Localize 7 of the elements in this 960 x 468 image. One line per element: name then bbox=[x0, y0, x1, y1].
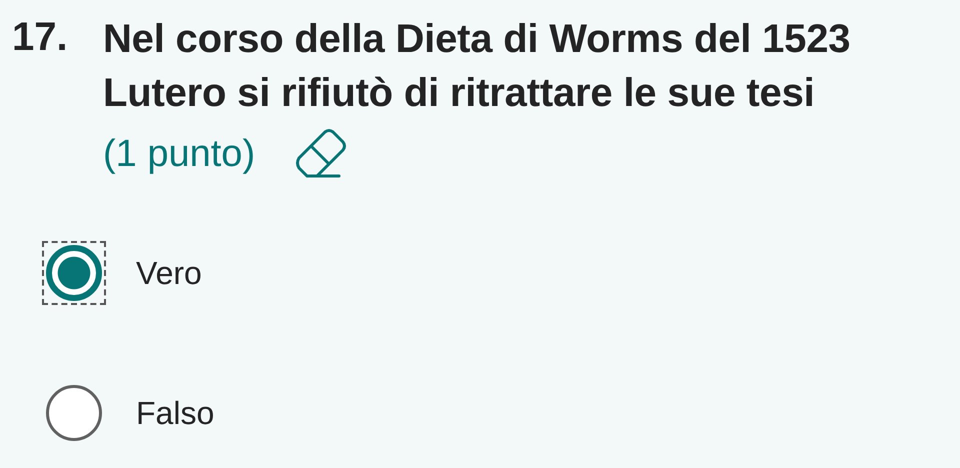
points-label: (1 punto) bbox=[103, 132, 256, 177]
question-number: 17. bbox=[12, 14, 69, 61]
question-text: Nel corso della Dieta di Worms del 1523 bbox=[103, 16, 852, 63]
question-text: Lutero si rifiutò di ritrattare le sue tesi bbox=[103, 70, 816, 117]
radio-button[interactable] bbox=[46, 245, 102, 301]
option-label[interactable]: Vero bbox=[136, 254, 202, 292]
option-label[interactable]: Falso bbox=[136, 394, 214, 432]
